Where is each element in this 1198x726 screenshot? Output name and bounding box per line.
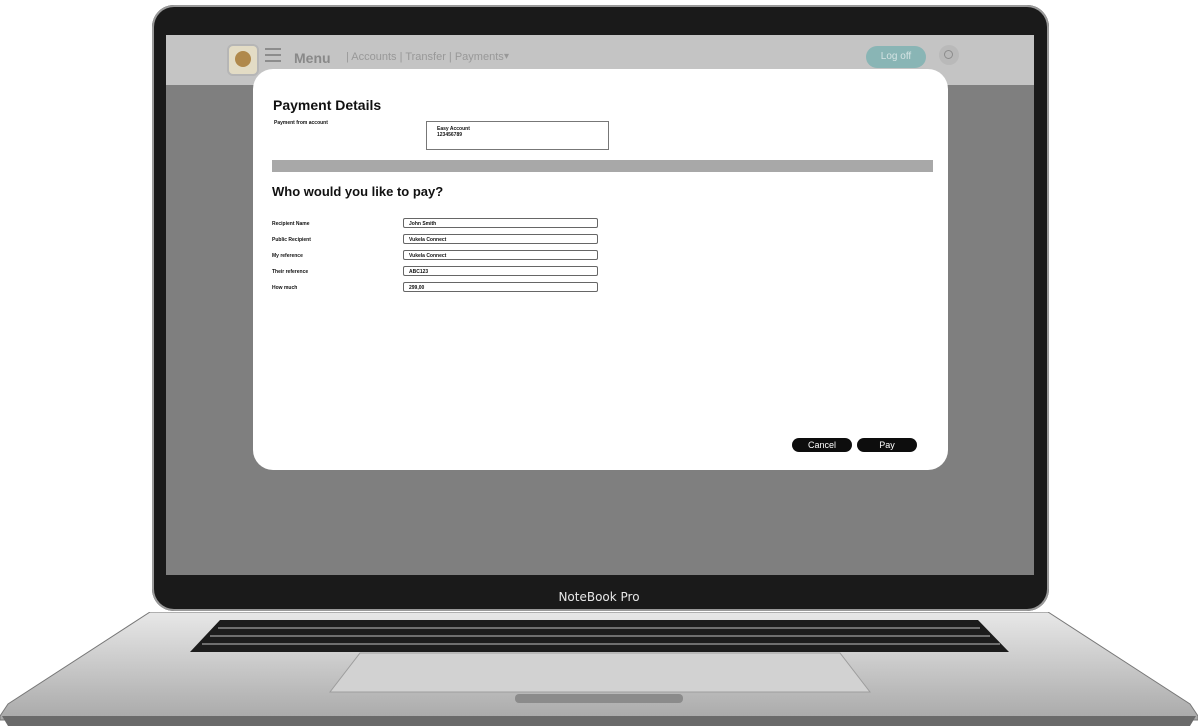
my-reference-field[interactable]: Vukela Connect (403, 250, 598, 260)
account-number: 123456789 (437, 132, 463, 138)
payment-dialog: Payment Details Payment from account Eas… (253, 69, 948, 470)
account-select[interactable]: Easy Account 123456789 (426, 121, 609, 150)
laptop-brand: NoteBook Pro (558, 590, 640, 604)
front-notch (515, 694, 683, 703)
amount-label: How much (272, 285, 298, 291)
public-recipient-label: Public Recipient (272, 237, 311, 243)
amount-field[interactable]: 299,00 (403, 282, 598, 292)
my-reference-label: My reference (272, 253, 303, 259)
recipient-name-field[interactable]: John Smith (403, 218, 598, 228)
search-icon[interactable] (939, 45, 959, 65)
cancel-button[interactable]: Cancel (792, 438, 852, 452)
page-title: Payment Details (273, 97, 382, 113)
chevron-down-icon[interactable]: ▾ (504, 51, 509, 62)
section-divider (272, 160, 933, 172)
logo-icon[interactable] (227, 44, 259, 76)
recipient-name-label: Recipient Name (272, 221, 310, 227)
keyboard (190, 620, 1009, 652)
section-heading: Who would you like to pay? (272, 184, 444, 199)
hamburger-icon[interactable] (265, 48, 281, 64)
public-recipient-field[interactable]: Vukela Connect (403, 234, 598, 244)
menu-label[interactable]: Menu (294, 50, 331, 66)
pay-button[interactable]: Pay (857, 438, 917, 452)
nav-links[interactable]: | Accounts | Transfer | Payments (346, 51, 504, 63)
trackpad (328, 652, 872, 693)
laptop-base (0, 612, 1198, 726)
log-off-button[interactable]: Log off (866, 46, 926, 68)
their-reference-field[interactable]: ABC123 (403, 266, 598, 276)
their-reference-label: Their reference (272, 269, 309, 275)
payment-from-label: Payment from account (274, 120, 328, 126)
